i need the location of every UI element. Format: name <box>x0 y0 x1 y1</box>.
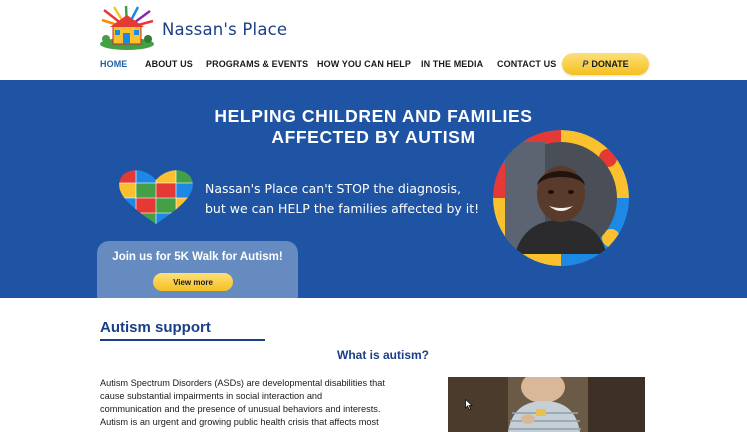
site-name[interactable]: Nassan's Place <box>162 20 287 39</box>
walk-promo-text: Join us for 5K Walk for Autism! <box>112 251 283 263</box>
child-playing-photo <box>448 377 645 432</box>
view-more-button[interactable]: View more <box>153 273 233 291</box>
nav-item-in-the-media[interactable]: IN THE MEDIA <box>421 59 483 69</box>
nav-item-about-us[interactable]: ABOUT US <box>145 59 193 69</box>
nav-item-how-you-can-help[interactable]: HOW YOU CAN HELP <box>317 59 411 69</box>
walk-promo-card: Join us for 5K Walk for Autism! View mor… <box>97 241 298 298</box>
autism-description-paragraph: Autism Spectrum Disorders (ASDs) are dev… <box>100 377 430 429</box>
nav-item-home[interactable]: HOME <box>100 59 127 69</box>
nav-item-programs-events[interactable]: PROGRAMS & EVENTS <box>206 59 308 69</box>
hero-title-line2: AFFECTED BY AUTISM <box>271 127 476 147</box>
mouse-pointer-icon <box>465 395 474 411</box>
paragraph-line: cause substantial impairments in social … <box>100 391 323 401</box>
donate-label: DONATE <box>591 59 629 69</box>
paragraph-line: Autism Spectrum Disorders (ASDs) are dev… <box>100 378 385 388</box>
crayon-house-logo-icon[interactable] <box>98 5 156 50</box>
hero-banner: HELPING CHILDREN AND FAMILIES AFFECTED B… <box>0 80 747 298</box>
site-header: Nassan's Place HOME ABOUT US PROGRAMS & … <box>0 0 747 80</box>
paragraph-line: communication and the presence of unusua… <box>100 404 381 414</box>
hero-tagline-line2: but we can HELP the families affected by… <box>205 201 480 216</box>
donate-button[interactable]: P DONATE <box>562 53 649 75</box>
section-heading: Autism support <box>100 319 211 336</box>
nav-item-contact-us[interactable]: CONTACT US <box>497 59 556 69</box>
question-heading: What is autism? <box>337 348 430 362</box>
hero-title-line1: HELPING CHILDREN AND FAMILIES <box>214 106 533 126</box>
paragraph-line: Autism is an urgent and growing public h… <box>100 417 379 427</box>
hero-portrait-photo <box>493 130 629 266</box>
section-divider <box>100 339 265 341</box>
puzzle-heart-icon <box>116 168 196 226</box>
paypal-icon: P <box>582 59 589 69</box>
hero-tagline-line1: Nassan's Place can't STOP the diagnosis, <box>205 181 461 196</box>
